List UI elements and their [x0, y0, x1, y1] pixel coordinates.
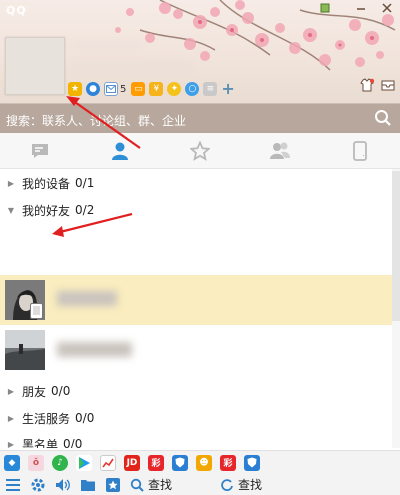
qq-pet-icon[interactable]: ǒ [28, 454, 44, 471]
friend-name-redacted [57, 342, 132, 357]
shield-icon-2[interactable] [244, 454, 260, 471]
find-label: 查找 [148, 478, 173, 492]
group-blacklist[interactable]: ▶ 黑名单 0/0 [0, 434, 400, 448]
search-bar[interactable]: 搜索：联系人、讨论组、群、企业 [0, 103, 400, 133]
mail-count: 5 [120, 83, 127, 95]
user-avatar[interactable] [5, 37, 65, 95]
video-icon[interactable] [76, 454, 92, 471]
refresh-icon [221, 478, 233, 491]
group-label: 我的好友 [22, 203, 71, 218]
group-life-services[interactable]: ▶ 生活服务 0/0 [0, 408, 400, 428]
shirt-icon[interactable] [360, 78, 375, 96]
group-friends[interactable]: ▶ 朋友 0/0 [0, 381, 400, 401]
mail-icon[interactable] [104, 82, 118, 96]
chat-icon [32, 143, 48, 158]
bottom-toolbar: 查找 查找 [0, 474, 400, 495]
stock-icon[interactable] [100, 454, 116, 471]
volume-icon[interactable] [55, 477, 71, 493]
collapsed-arrow-icon: ▶ [7, 386, 15, 396]
list-scrollbar[interactable] [392, 169, 400, 448]
friend-item[interactable] [0, 325, 392, 375]
friend-name-redacted [57, 291, 117, 306]
group-my-friends[interactable]: ▼ 我的好友 0/2 [0, 200, 400, 220]
friend-avatar[interactable] [5, 330, 45, 370]
profile-header: QQ ★ ● 5 ▭ ¥ ✦ ○ ≡ + [0, 0, 400, 103]
tab-phone[interactable] [320, 133, 400, 168]
find-button-2[interactable]: 查找 [220, 476, 262, 493]
game-icon[interactable]: ☻ [196, 454, 212, 471]
main-menu-icon[interactable] [5, 477, 21, 493]
group-icon [270, 142, 290, 159]
phone-icon [353, 140, 367, 161]
music-icon[interactable]: ♪ [52, 454, 68, 471]
search-icon[interactable] [374, 109, 392, 127]
settings-icon[interactable] [30, 477, 46, 493]
star-icon[interactable]: ★ [68, 82, 82, 96]
group-my-devices[interactable]: ▶ 我的设备 0/1 [0, 173, 400, 193]
scrollbar-thumb[interactable] [392, 171, 400, 321]
group-count: 0/2 [75, 203, 95, 217]
tab-contacts[interactable] [80, 133, 160, 168]
group-count: 0/0 [63, 437, 83, 448]
search-icon [130, 478, 144, 492]
tab-messages[interactable] [0, 133, 80, 168]
skin-icon[interactable] [316, 2, 334, 18]
signature-redacted[interactable] [72, 62, 192, 73]
add-app-icon[interactable]: + [221, 81, 234, 97]
close-icon[interactable] [378, 2, 396, 18]
lottery-icon[interactable]: 彩 [148, 454, 164, 471]
group-label: 朋友 [22, 384, 47, 399]
collapsed-arrow-icon: ▶ [7, 413, 15, 423]
group-count: 0/0 [75, 411, 95, 425]
group-label: 黑名单 [22, 437, 59, 449]
jd-icon[interactable]: JD [124, 454, 140, 471]
folder-icon[interactable] [80, 477, 96, 493]
contact-list: ▶ 我的设备 0/1 ▼ 我的好友 0/2 ▶ 朋友 0/0 ▶ 生活服务 0/… [0, 169, 400, 448]
qq-security-icon[interactable]: ◆ [4, 454, 20, 471]
notes-icon[interactable]: ≡ [203, 82, 218, 96]
qq-logo: QQ [6, 4, 27, 17]
mall-icon[interactable]: ▭ [131, 82, 146, 96]
find-label-2: 查找 [238, 478, 263, 492]
main-tabs [0, 133, 400, 169]
star-outline-icon [190, 140, 210, 161]
collapsed-arrow-icon: ▶ [7, 439, 15, 449]
lightbulb-icon[interactable]: ✦ [167, 82, 182, 96]
group-count: 0/0 [51, 384, 71, 398]
group-count: 0/1 [75, 176, 95, 190]
favorites-icon[interactable] [105, 477, 121, 493]
lottery-icon-2[interactable]: 彩 [220, 454, 236, 471]
wallet-icon[interactable]: ¥ [149, 82, 164, 96]
minimize-icon[interactable] [352, 2, 370, 18]
search-input[interactable]: 搜索：联系人、讨论组、群、企业 [6, 112, 186, 129]
browser-icon[interactable]: ● [86, 82, 100, 96]
message-box-icon[interactable] [381, 78, 395, 96]
contacts-icon [112, 142, 128, 160]
nickname-redacted[interactable] [72, 40, 142, 54]
tab-groups[interactable] [240, 133, 320, 168]
search-app-icon[interactable]: ○ [185, 82, 200, 96]
expanded-arrow-icon: ▼ [7, 205, 15, 215]
friend-item[interactable] [0, 275, 392, 325]
app-tray: ◆ ǒ ♪ JD 彩 ☻ 彩 [0, 450, 400, 474]
phone-online-icon [30, 303, 43, 319]
group-label: 我的设备 [22, 176, 71, 191]
tab-favorites[interactable] [160, 133, 240, 168]
header-app-row: ★ ● 5 ▭ ¥ ✦ ○ ≡ + [68, 80, 235, 98]
find-button[interactable]: 查找 [130, 476, 172, 493]
shield-icon[interactable] [172, 454, 188, 471]
collapsed-arrow-icon: ▶ [7, 178, 15, 188]
group-label: 生活服务 [22, 411, 71, 426]
